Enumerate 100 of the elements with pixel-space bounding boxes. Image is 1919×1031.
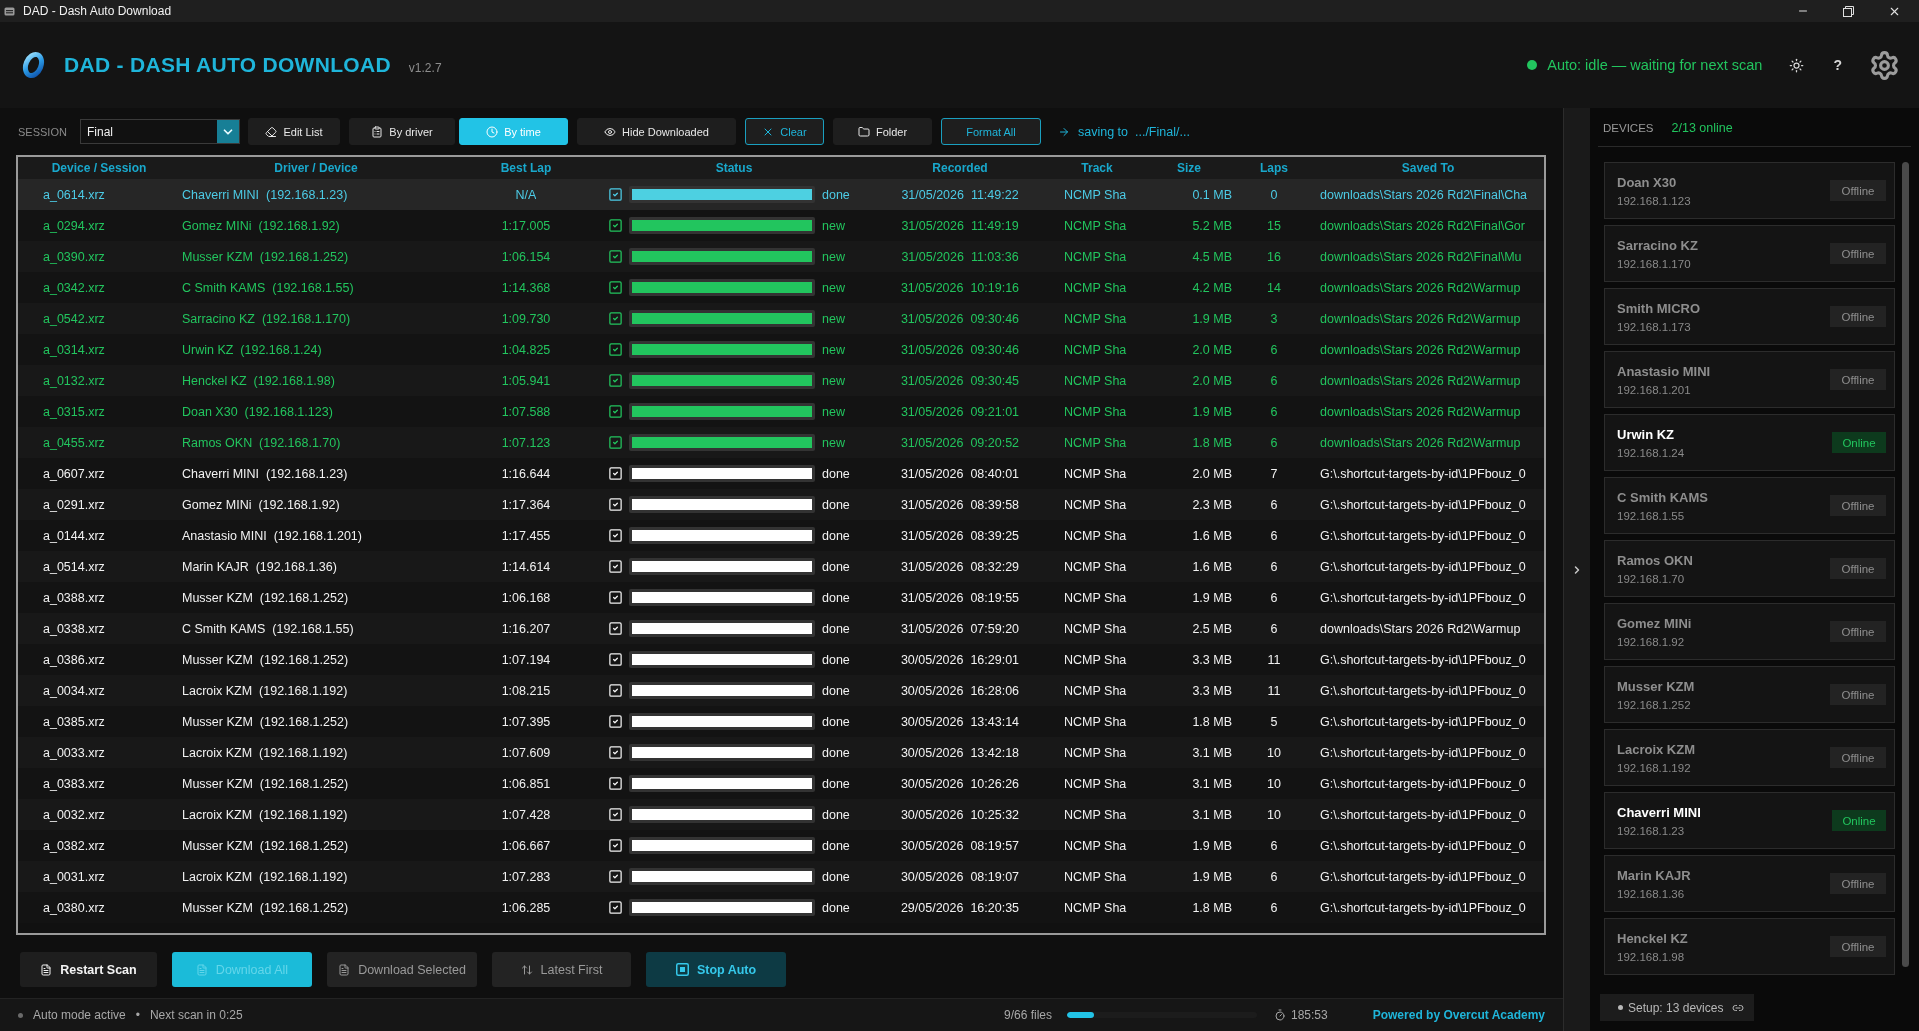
checkbox[interactable] <box>608 311 623 326</box>
checkbox[interactable] <box>608 373 623 388</box>
table-row[interactable]: a_0390.xrz Musser KZM (192.168.1.252) 1:06.154 new 31/05/2026 11:03:36 NCMP Sha 4.5 MB 16 downloads\Stars 2026 Rd2\Final\Mu <box>18 241 1544 272</box>
column-header[interactable]: Saved To <box>1312 161 1544 175</box>
table-cell-text: a_0033.xrz <box>42 745 106 760</box>
session-select[interactable]: Final <box>80 119 240 144</box>
column-header[interactable]: Driver / Device <box>180 161 452 175</box>
action-button[interactable]: Stop Auto <box>646 952 786 987</box>
table-cell: 30/05/2026 13:43:14 <box>900 714 1020 729</box>
table-row[interactable]: a_0033.xrz Lacroix KZM (192.168.1.192) 1:07.609 done 30/05/2026 13:42:18 NCMP Sha 3.1 MB 10 G:\.shortcut-targets-by-id\1PFbouz_0 <box>18 737 1544 768</box>
device-name: Gomez MINi <box>1617 615 1692 631</box>
status-text: new <box>822 249 845 264</box>
sidebar-toggle[interactable] <box>1563 108 1590 1031</box>
table-cell: 1:07.588 <box>501 404 551 419</box>
status-text: done <box>822 838 850 853</box>
table-cell-text: Gomez MINi (192.168.1.92) <box>181 218 341 233</box>
device-ip: 192.168.1.252 <box>1617 698 1692 711</box>
table-row[interactable]: a_0338.xrz C Smith KAMS (192.168.1.55) 1:16.207 done 31/05/2026 07:59:20 NCMP Sha 2.5 MB 6 downloads\Stars 2026 Rd2\Warmup <box>18 613 1544 644</box>
table-cell-text: NCMP Sha <box>1063 745 1128 760</box>
table-cell-text: NCMP Sha <box>1063 280 1128 295</box>
table-cell: 1:07.428 <box>501 807 551 822</box>
table-row[interactable]: a_0034.xrz Lacroix KZM (192.168.1.192) 1:08.215 done 30/05/2026 16:28:06 NCMP Sha 3.3 MB 11 G:\.shortcut-targets-by-id\1PFbouz_0 <box>18 675 1544 706</box>
toolbar-button[interactable]: Hide Downloaded <box>577 118 736 145</box>
table-cell-text: 3.3 MB <box>1191 683 1233 698</box>
toolbar-button[interactable]: Format All <box>941 118 1041 145</box>
table-cell: 6 <box>1270 621 1278 636</box>
view-tab[interactable]: By driver <box>349 118 455 145</box>
action-button[interactable]: Restart Scan <box>20 952 157 987</box>
elapsed-time-text: 185:53 <box>1291 1008 1328 1022</box>
scrollbar[interactable] <box>1902 162 1909 967</box>
table-cell: 1:17.364 <box>501 497 551 512</box>
status-badge: Offline <box>1830 306 1886 327</box>
device-name: Sarracino KZ <box>1617 237 1698 253</box>
checkbox[interactable] <box>608 342 623 357</box>
table-cell-text: G:\.shortcut-targets-by-id\1PFbouz_0 <box>1319 900 1527 915</box>
column-header[interactable]: Track <box>1052 161 1142 175</box>
checkbox[interactable] <box>608 249 623 264</box>
checkbox[interactable] <box>608 435 623 450</box>
device-name: Urwin KZ <box>1617 426 1676 442</box>
table-cell: 1:06.851 <box>501 776 551 791</box>
table-cell-text: a_0294.xrz <box>42 218 106 233</box>
column-header[interactable]: Status <box>600 161 868 175</box>
table-cell: 30/05/2026 08:19:07 <box>900 869 1020 884</box>
table-cell: 11 <box>1267 683 1281 698</box>
sun-icon[interactable] <box>1789 57 1805 73</box>
table-cell: 31/05/2026 09:20:52 <box>900 435 1020 450</box>
table-cell-text: G:\.shortcut-targets-by-id\1PFbouz_0 <box>1319 869 1527 884</box>
table-cell-text: 1.8 MB <box>1191 435 1233 450</box>
table-row[interactable]: a_0542.xrz Sarracino KZ (192.168.1.170) 1:09.730 new 31/05/2026 09:30:46 NCMP Sha 1.9 MB 3 downloads\Stars 2026 Rd2\Warmup <box>18 303 1544 334</box>
column-header[interactable]: Best Lap <box>452 161 600 175</box>
checkbox[interactable] <box>608 404 623 419</box>
table-cell-text: Musser KZM (192.168.1.252) <box>181 249 350 264</box>
checkbox[interactable] <box>608 280 623 295</box>
version-label: v1.2.7 <box>408 61 442 75</box>
toolbar-button[interactable]: Folder <box>833 118 932 145</box>
table-cell-text: 1.8 MB <box>1191 714 1233 729</box>
setup-button[interactable]: Setup: 13 devices <box>1600 994 1754 1021</box>
table-row[interactable]: a_0132.xrz Henckel KZ (192.168.1.98) 1:05.941 new 31/05/2026 09:30:45 NCMP Sha 2.0 MB 6 downloads\Stars 2026 Rd2\Warmup <box>18 365 1544 396</box>
table-row[interactable]: a_0031.xrz Lacroix KZM (192.168.1.192) 1:07.283 done 30/05/2026 08:19:07 NCMP Sha 1.9 MB 6 G:\.shortcut-targets-by-id\1PFbouz_0 <box>18 861 1544 892</box>
device-name: Smith MICRO <box>1617 300 1701 316</box>
status-text: new <box>822 373 845 388</box>
status-badge: Offline <box>1830 936 1886 957</box>
table-cell-text: 1.9 MB <box>1191 838 1233 853</box>
table-cell-text: a_0385.xrz <box>42 714 106 729</box>
eraser-icon <box>265 125 278 138</box>
column-header[interactable]: Size <box>1142 161 1236 175</box>
restore-icon[interactable] <box>1843 5 1854 17</box>
table-cell-text: a_0291.xrz <box>42 497 106 512</box>
table-cell-text: a_0032.xrz <box>42 807 106 822</box>
table-row[interactable]: a_0455.xrz Ramos OKN (192.168.1.70) 1:07.123 new 31/05/2026 09:20:52 NCMP Sha 1.8 MB 6 downloads\Stars 2026 Rd2\Warmup <box>18 427 1544 458</box>
status-badge: Offline <box>1830 495 1886 516</box>
online-count-text: 2/13 online <box>1671 121 1733 135</box>
table-cell: 31/05/2026 08:19:55 <box>900 590 1020 605</box>
table-cell: 31/05/2026 08:32:29 <box>900 559 1020 574</box>
table-row[interactable]: a_0032.xrz Lacroix KZM (192.168.1.192) 1:07.428 done 30/05/2026 10:25:32 NCMP Sha 3.1 MB 10 G:\.shortcut-targets-by-id\1PFbouz_0 <box>18 799 1544 830</box>
table-row[interactable]: a_0291.xrz Gomez MINi (192.168.1.92) 1:17.364 done 31/05/2026 08:39:58 NCMP Sha 2.3 MB 6 G:\.shortcut-targets-by-id\1PFbouz_0 <box>18 489 1544 520</box>
status-badge: Offline <box>1830 621 1886 642</box>
table-cell-text: C Smith KAMS (192.168.1.55) <box>181 621 355 636</box>
help-button[interactable]: ? <box>1830 57 1845 73</box>
column-header[interactable]: Recorded <box>868 161 1052 175</box>
table-cell-text: NCMP Sha <box>1063 652 1128 667</box>
edit-list-button[interactable]: Edit List <box>248 118 340 145</box>
device-ip: 192.168.1.201 <box>1617 383 1692 396</box>
device-name: C Smith KAMS <box>1617 489 1708 505</box>
checkbox[interactable] <box>608 218 623 233</box>
table-row[interactable]: a_0514.xrz Marin KAJR (192.168.1.36) 1:14.614 done 31/05/2026 08:32:29 NCMP Sha 1.6 MB 6 G:\.shortcut-targets-by-id\1PFbouz_0 <box>18 551 1544 582</box>
files-count-text: 9/66 files <box>1003 1008 1052 1022</box>
table-cell-text: G:\.shortcut-targets-by-id\1PFbouz_0 <box>1319 559 1527 574</box>
eye-icon <box>604 125 617 138</box>
column-header[interactable]: Laps <box>1236 161 1312 175</box>
column-header[interactable]: Device / Session <box>18 161 180 175</box>
session-label: SESSION <box>18 125 68 138</box>
settings-icon[interactable] <box>1869 49 1900 81</box>
table-cell: 6 <box>1270 528 1278 543</box>
toolbar-button[interactable]: Clear <box>745 118 824 145</box>
table-cell-text: a_0380.xrz <box>42 900 106 915</box>
table-cell: 6 <box>1270 559 1278 574</box>
app-title: DAD - DASH AUTO DOWNLOAD <box>64 53 391 77</box>
table-cell: 6 <box>1270 404 1278 419</box>
table-cell: 10 <box>1267 807 1281 822</box>
